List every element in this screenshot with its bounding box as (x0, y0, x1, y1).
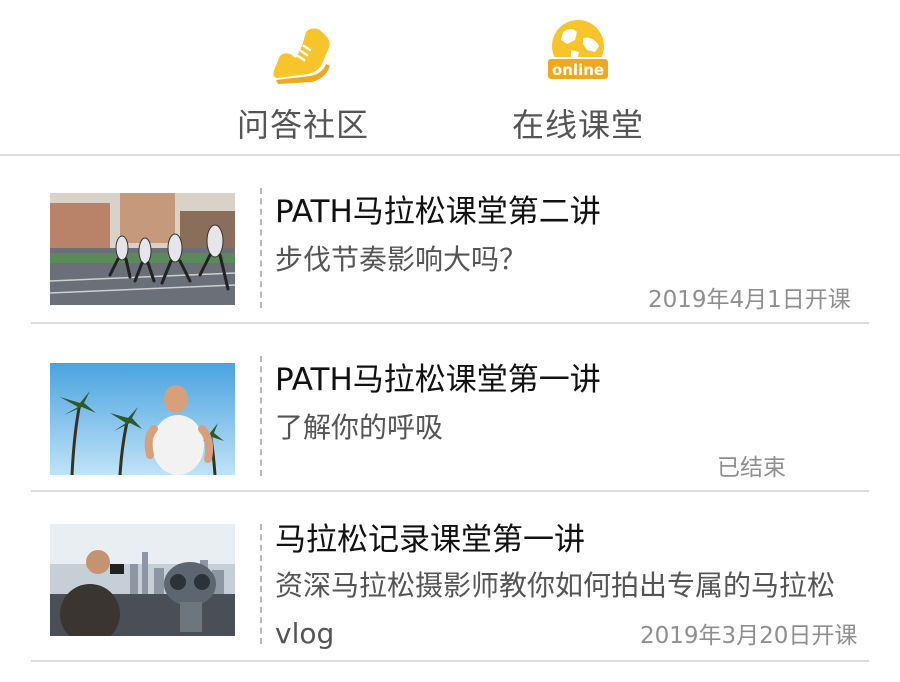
course-item[interactable]: 马拉松记录课堂第一讲 资深马拉松摄影师教你如何拍出专属的马拉松vlog 2019… (0, 492, 900, 662)
course-description: 了解你的呼吸 (275, 411, 444, 444)
nav-item-online-class[interactable]: online 在线课堂 (478, 0, 678, 156)
online-globe-icon: online (543, 16, 613, 86)
course-thumbnail-runners[interactable] (50, 193, 235, 305)
nav-label-qa: 问答社区 (236, 106, 369, 144)
course-date: 2019年3月20日开课 (640, 623, 858, 649)
course-status: 已结束 (717, 455, 786, 481)
sneaker-icon (268, 20, 338, 90)
course-thumbnail-photographer[interactable] (50, 524, 235, 636)
course-title: PATH马拉松课堂第一讲 (275, 362, 601, 398)
online-badge-text: online (552, 61, 604, 79)
row-divider (31, 660, 869, 662)
course-date: 2019年4月1日开课 (648, 287, 851, 313)
nav-item-qa-community[interactable]: 问答社区 (203, 0, 403, 156)
course-divider-line (260, 524, 262, 644)
top-nav: 问答社区 online 在线课堂 (0, 0, 900, 156)
course-divider-line (260, 356, 262, 476)
course-item[interactable]: PATH马拉松课堂第二讲 步伐节奏影响大吗？ 2019年4月1日开课 (0, 156, 900, 324)
course-title: 马拉松记录课堂第一讲 (275, 522, 585, 558)
course-title: PATH马拉松课堂第二讲 (275, 194, 601, 230)
course-item[interactable]: PATH马拉松课堂第一讲 了解你的呼吸 已结束 (0, 324, 900, 492)
course-thumbnail-runner-palms[interactable] (50, 363, 235, 475)
course-divider-line (260, 188, 262, 308)
nav-label-online: 在线课堂 (511, 106, 644, 144)
course-description: 步伐节奏影响大吗？ (275, 243, 528, 276)
course-list: PATH马拉松课堂第二讲 步伐节奏影响大吗？ 2019年4月1日开课 PATH马… (0, 156, 900, 662)
